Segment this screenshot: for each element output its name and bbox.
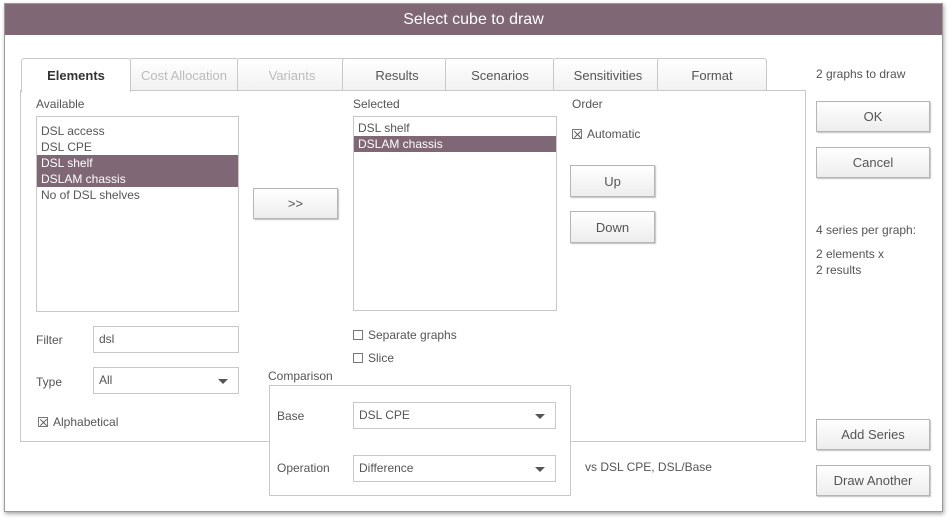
add-series-button[interactable]: Add Series bbox=[816, 419, 930, 450]
list-item[interactable]: No of DSL shelves bbox=[37, 187, 238, 203]
tab-scenarios[interactable]: Scenarios bbox=[445, 58, 555, 91]
operation-label: Operation bbox=[277, 461, 330, 475]
add-to-selected-button[interactable]: >> bbox=[253, 188, 338, 219]
comparison-label: Comparison bbox=[268, 369, 333, 383]
automatic-checkbox[interactable]: Automatic bbox=[572, 127, 640, 141]
checkbox-checked-icon bbox=[572, 129, 582, 139]
automatic-checkbox-label: Automatic bbox=[587, 127, 641, 141]
base-select[interactable]: DSL CPE bbox=[353, 402, 556, 429]
available-label: Available bbox=[36, 97, 85, 111]
list-item[interactable]: DSLAM chassis bbox=[37, 171, 238, 187]
chevron-down-icon bbox=[218, 379, 228, 384]
tab-elements[interactable]: Elements bbox=[21, 58, 131, 92]
separate-graphs-checkbox[interactable]: Separate graphs bbox=[353, 328, 457, 342]
list-item[interactable]: DSL shelf bbox=[37, 155, 238, 171]
tab-format[interactable]: Format bbox=[657, 58, 767, 91]
slice-label: Slice bbox=[368, 351, 395, 365]
filter-input[interactable]: dsl bbox=[93, 326, 239, 353]
series-per-graph-text: 4 series per graph: bbox=[816, 223, 917, 237]
selected-label: Selected bbox=[353, 97, 400, 111]
filter-label: Filter bbox=[36, 333, 63, 347]
type-select[interactable]: All bbox=[93, 367, 239, 394]
tab-sensitivities[interactable]: Sensitivities bbox=[553, 58, 663, 91]
chevron-down-icon bbox=[535, 467, 545, 472]
select-cube-dialog: Select cube to draw Elements Cost Alloca… bbox=[4, 3, 943, 512]
cancel-button[interactable]: Cancel bbox=[816, 147, 930, 178]
dialog-title: Select cube to draw bbox=[5, 4, 942, 35]
move-up-button[interactable]: Up bbox=[570, 165, 655, 197]
list-item[interactable]: DSL CPE bbox=[37, 139, 238, 155]
list-item[interactable]: DSL shelf bbox=[354, 120, 556, 136]
checkbox-checked-icon bbox=[38, 417, 48, 427]
comparison-summary: vs DSL CPE, DSL/Base bbox=[585, 460, 712, 474]
base-label: Base bbox=[277, 409, 305, 423]
tab-results[interactable]: Results bbox=[342, 58, 452, 91]
comparison-group: Base DSL CPE Operation Difference bbox=[269, 385, 571, 496]
tab-cost-allocation[interactable]: Cost Allocation bbox=[129, 58, 239, 91]
base-select-value: DSL CPE bbox=[359, 408, 410, 422]
checkbox-unchecked-icon bbox=[353, 330, 363, 340]
list-item[interactable]: DSL access bbox=[37, 123, 238, 139]
results-count-text: 2 results bbox=[816, 263, 862, 277]
alphabetical-checkbox[interactable]: Alphabetical bbox=[38, 415, 118, 429]
type-label: Type bbox=[36, 375, 63, 389]
elements-count-text: 2 elements x bbox=[816, 247, 885, 261]
move-down-button[interactable]: Down bbox=[570, 211, 655, 243]
draw-another-button[interactable]: Draw Another bbox=[816, 465, 930, 496]
list-item[interactable]: DSLAM chassis bbox=[354, 136, 556, 152]
selected-list[interactable]: DSL shelf DSLAM chassis bbox=[353, 116, 557, 311]
separate-graphs-label: Separate graphs bbox=[368, 328, 457, 342]
slice-checkbox[interactable]: Slice bbox=[353, 351, 394, 365]
tab-variants[interactable]: Variants bbox=[237, 58, 347, 91]
ok-button[interactable]: OK bbox=[816, 101, 930, 132]
operation-select[interactable]: Difference bbox=[353, 455, 556, 482]
operation-select-value: Difference bbox=[359, 461, 414, 475]
type-select-value: All bbox=[99, 373, 113, 387]
order-label: Order bbox=[572, 97, 603, 111]
graphs-to-draw-count: 2 graphs to draw bbox=[816, 67, 906, 81]
alphabetical-checkbox-label: Alphabetical bbox=[53, 415, 119, 429]
checkbox-unchecked-icon bbox=[353, 353, 363, 363]
available-list[interactable]: DSL access DSL CPE DSL shelf DSLAM chass… bbox=[36, 116, 239, 312]
chevron-down-icon bbox=[535, 414, 545, 419]
